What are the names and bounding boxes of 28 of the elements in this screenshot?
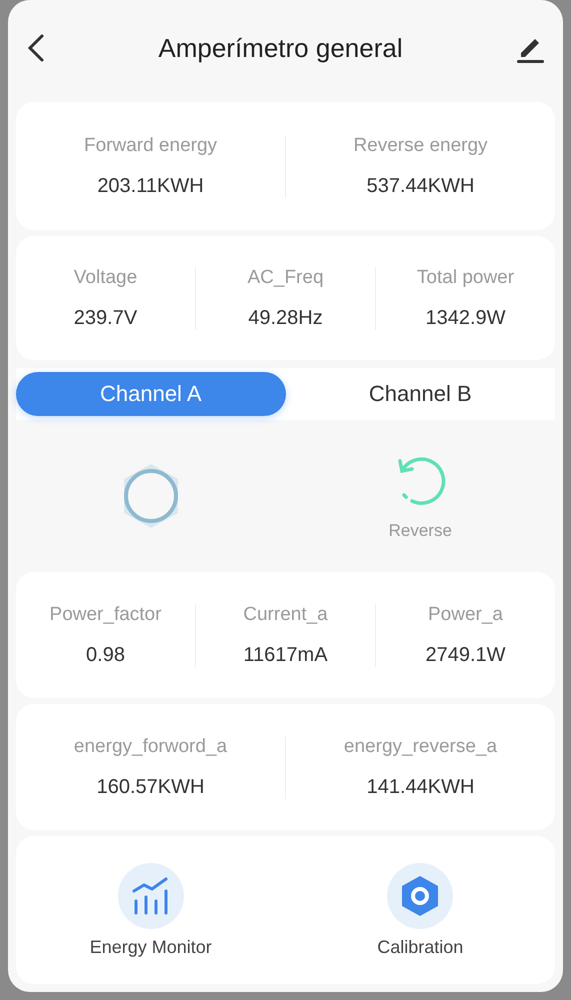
stat-value: 1342.9W <box>425 306 506 330</box>
stat-value: 239.7V <box>74 306 138 330</box>
stat-value: 11617mA <box>243 644 328 666</box>
stat-label: Forward energy <box>84 134 218 156</box>
page-title: Amperímetro general <box>158 32 403 64</box>
reverse-label: Reverse <box>388 521 452 541</box>
hexagon-icon <box>400 874 440 916</box>
stat-label: energy_reverse_a <box>344 736 498 758</box>
stat-value: 203.11KWH <box>97 174 204 198</box>
stat-label: Voltage <box>74 266 138 288</box>
stat-label: Power_a <box>428 604 503 626</box>
stat-value: 0.98 <box>86 644 125 666</box>
stat-label: Current_a <box>243 604 328 626</box>
stat-value: 2749.1W <box>425 644 506 666</box>
stat-label: Reverse energy <box>353 134 488 156</box>
back-icon[interactable] <box>26 33 46 63</box>
channel-tab[interactable]: Channel B <box>286 372 555 416</box>
stat-value: 160.57KWH <box>96 776 204 798</box>
action-label: Calibration <box>377 936 464 958</box>
stat-value: 49.28Hz <box>248 306 323 330</box>
action-label: Energy Monitor <box>90 936 212 958</box>
stat-value: 141.44KWH <box>366 776 474 798</box>
stat-label: AC_Freq <box>247 266 324 288</box>
channel-tab[interactable]: Channel A <box>16 372 286 416</box>
stat-label: Power_factor <box>50 604 162 626</box>
stat-value: 537.44KWH <box>366 174 474 198</box>
stat-label: Total power <box>416 266 514 288</box>
stat-label: energy_forword_a <box>74 736 228 758</box>
